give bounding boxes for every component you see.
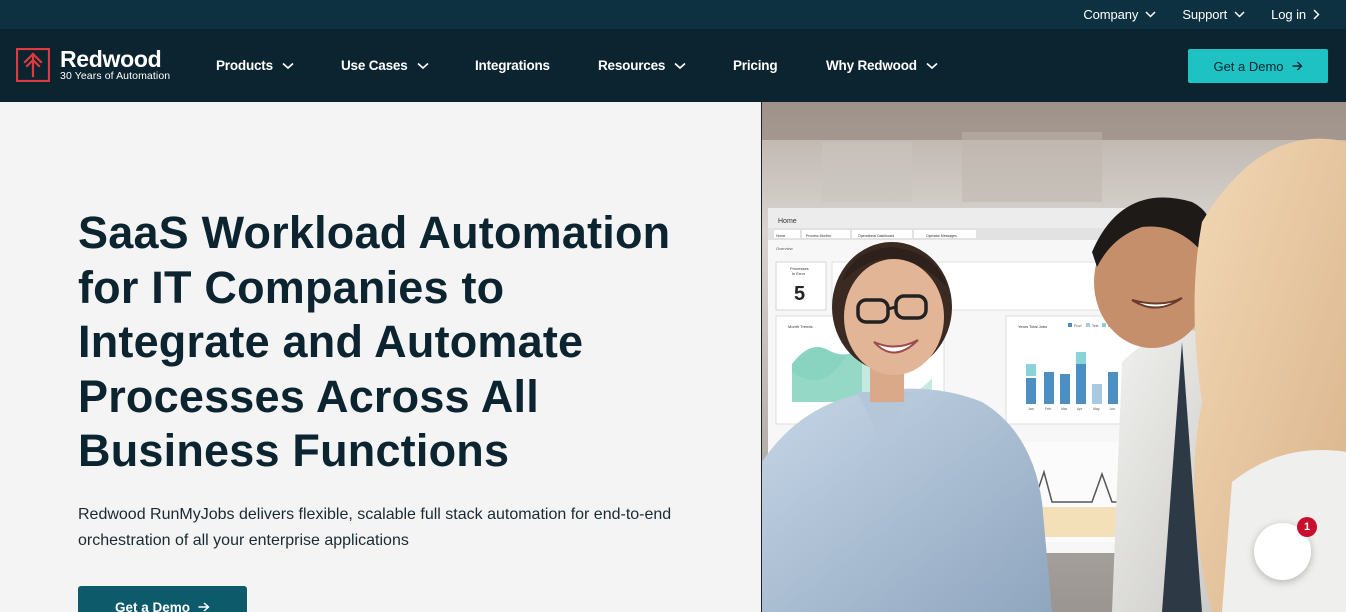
nav-item-integrations[interactable]: Integrations [475,29,550,102]
utility-bar: Company Support Log in [0,0,1346,29]
dashboard-header: Home [778,218,797,225]
redwood-tree-logo-icon [16,48,50,82]
nav-item-why-redwood[interactable]: Why Redwood [826,29,938,102]
month-label: Mar [1061,407,1068,411]
kpi-value: 5 [794,283,805,305]
panel-title: Years Total Jobs [1018,324,1047,329]
login-link-label: Log in [1271,7,1306,22]
chevron-down-icon [1145,11,1156,18]
legend-label: Test [1092,324,1098,328]
kpi-label: in Error [792,271,806,276]
nav-item-resources[interactable]: Resources [598,29,686,102]
chevron-down-icon [282,62,294,69]
company-menu-label: Company [1083,7,1139,22]
month-label: Jun [1109,407,1115,411]
month-label: May [1093,407,1100,411]
brand-tagline: 30 Years of Automation [60,70,171,82]
chevron-down-icon [1234,11,1245,18]
hero-title-line: Integrate and Automate [78,316,584,367]
legend-label: Prod [1074,324,1081,328]
nav-item-products[interactable]: Products [216,29,294,102]
month-label: Feb [1045,407,1051,411]
hero-subtitle-line: Redwood RunMyJobs delivers flexible, sca… [78,506,672,523]
arrow-right-icon [1292,61,1303,71]
hero-title-line: Processes Across All [78,370,539,422]
get-a-demo-button[interactable]: Get a Demo [1188,49,1328,83]
chevron-down-icon [416,62,429,69]
hero-title-line: for IT Companies to [78,261,505,313]
month-label: Jan [1028,407,1034,411]
dashboard-tab: Home [776,234,785,238]
hero-subtitle: Redwood RunMyJobs delivers flexible, sca… [78,502,698,554]
hero-section: SaaS Workload Automation for IT Companie… [0,102,761,612]
brand-name: Redwood [60,46,162,72]
nav-item-label: Products [216,58,273,73]
hero-title-line: Business Functions [78,425,510,476]
nav-item-pricing[interactable]: Pricing [733,29,778,102]
month-label: Apr [1077,407,1083,411]
panel-title: Month Trends [788,324,812,329]
nav-item-use-cases[interactable]: Use Cases [341,29,429,102]
nav-item-label: Use Cases [341,58,408,73]
nav-item-label: Why Redwood [826,58,917,73]
dashboard-tab: Operational Dashboard [858,234,894,238]
chat-notification-badge: 1 [1297,517,1317,537]
nav-item-label: Resources [598,58,666,73]
hero-title: SaaS Workload Automation for IT Companie… [78,206,718,479]
login-link[interactable]: Log in [1271,7,1320,22]
chevron-right-icon [1313,9,1320,20]
support-menu[interactable]: Support [1182,7,1245,22]
main-nav: Redwood 30 Years of Automation Products … [0,29,1346,102]
company-menu[interactable]: Company [1083,7,1156,22]
get-a-demo-button-label: Get a Demo [1213,58,1284,74]
dashboard-tab: Process Monitor [806,234,832,238]
nav-item-label: Pricing [733,58,778,73]
hero-title-line: SaaS Workload Automation [78,207,671,258]
hero-get-a-demo-label: Get a Demo [114,600,191,612]
dashboard-tab: Operator Messages [926,234,957,238]
dashboard-subheader: Overview [776,246,793,251]
hero-subtitle-line: orchestration of all your enterprise app… [78,532,409,549]
chevron-down-icon [674,62,686,69]
arrow-right-icon [198,602,210,612]
nav-item-label: Integrations [475,58,550,73]
support-menu-label: Support [1182,7,1228,22]
chevron-down-icon [926,62,938,69]
redwood-logo[interactable]: Redwood 30 Years of Automation [16,48,170,82]
hero-get-a-demo-button[interactable]: Get a Demo [78,586,247,612]
